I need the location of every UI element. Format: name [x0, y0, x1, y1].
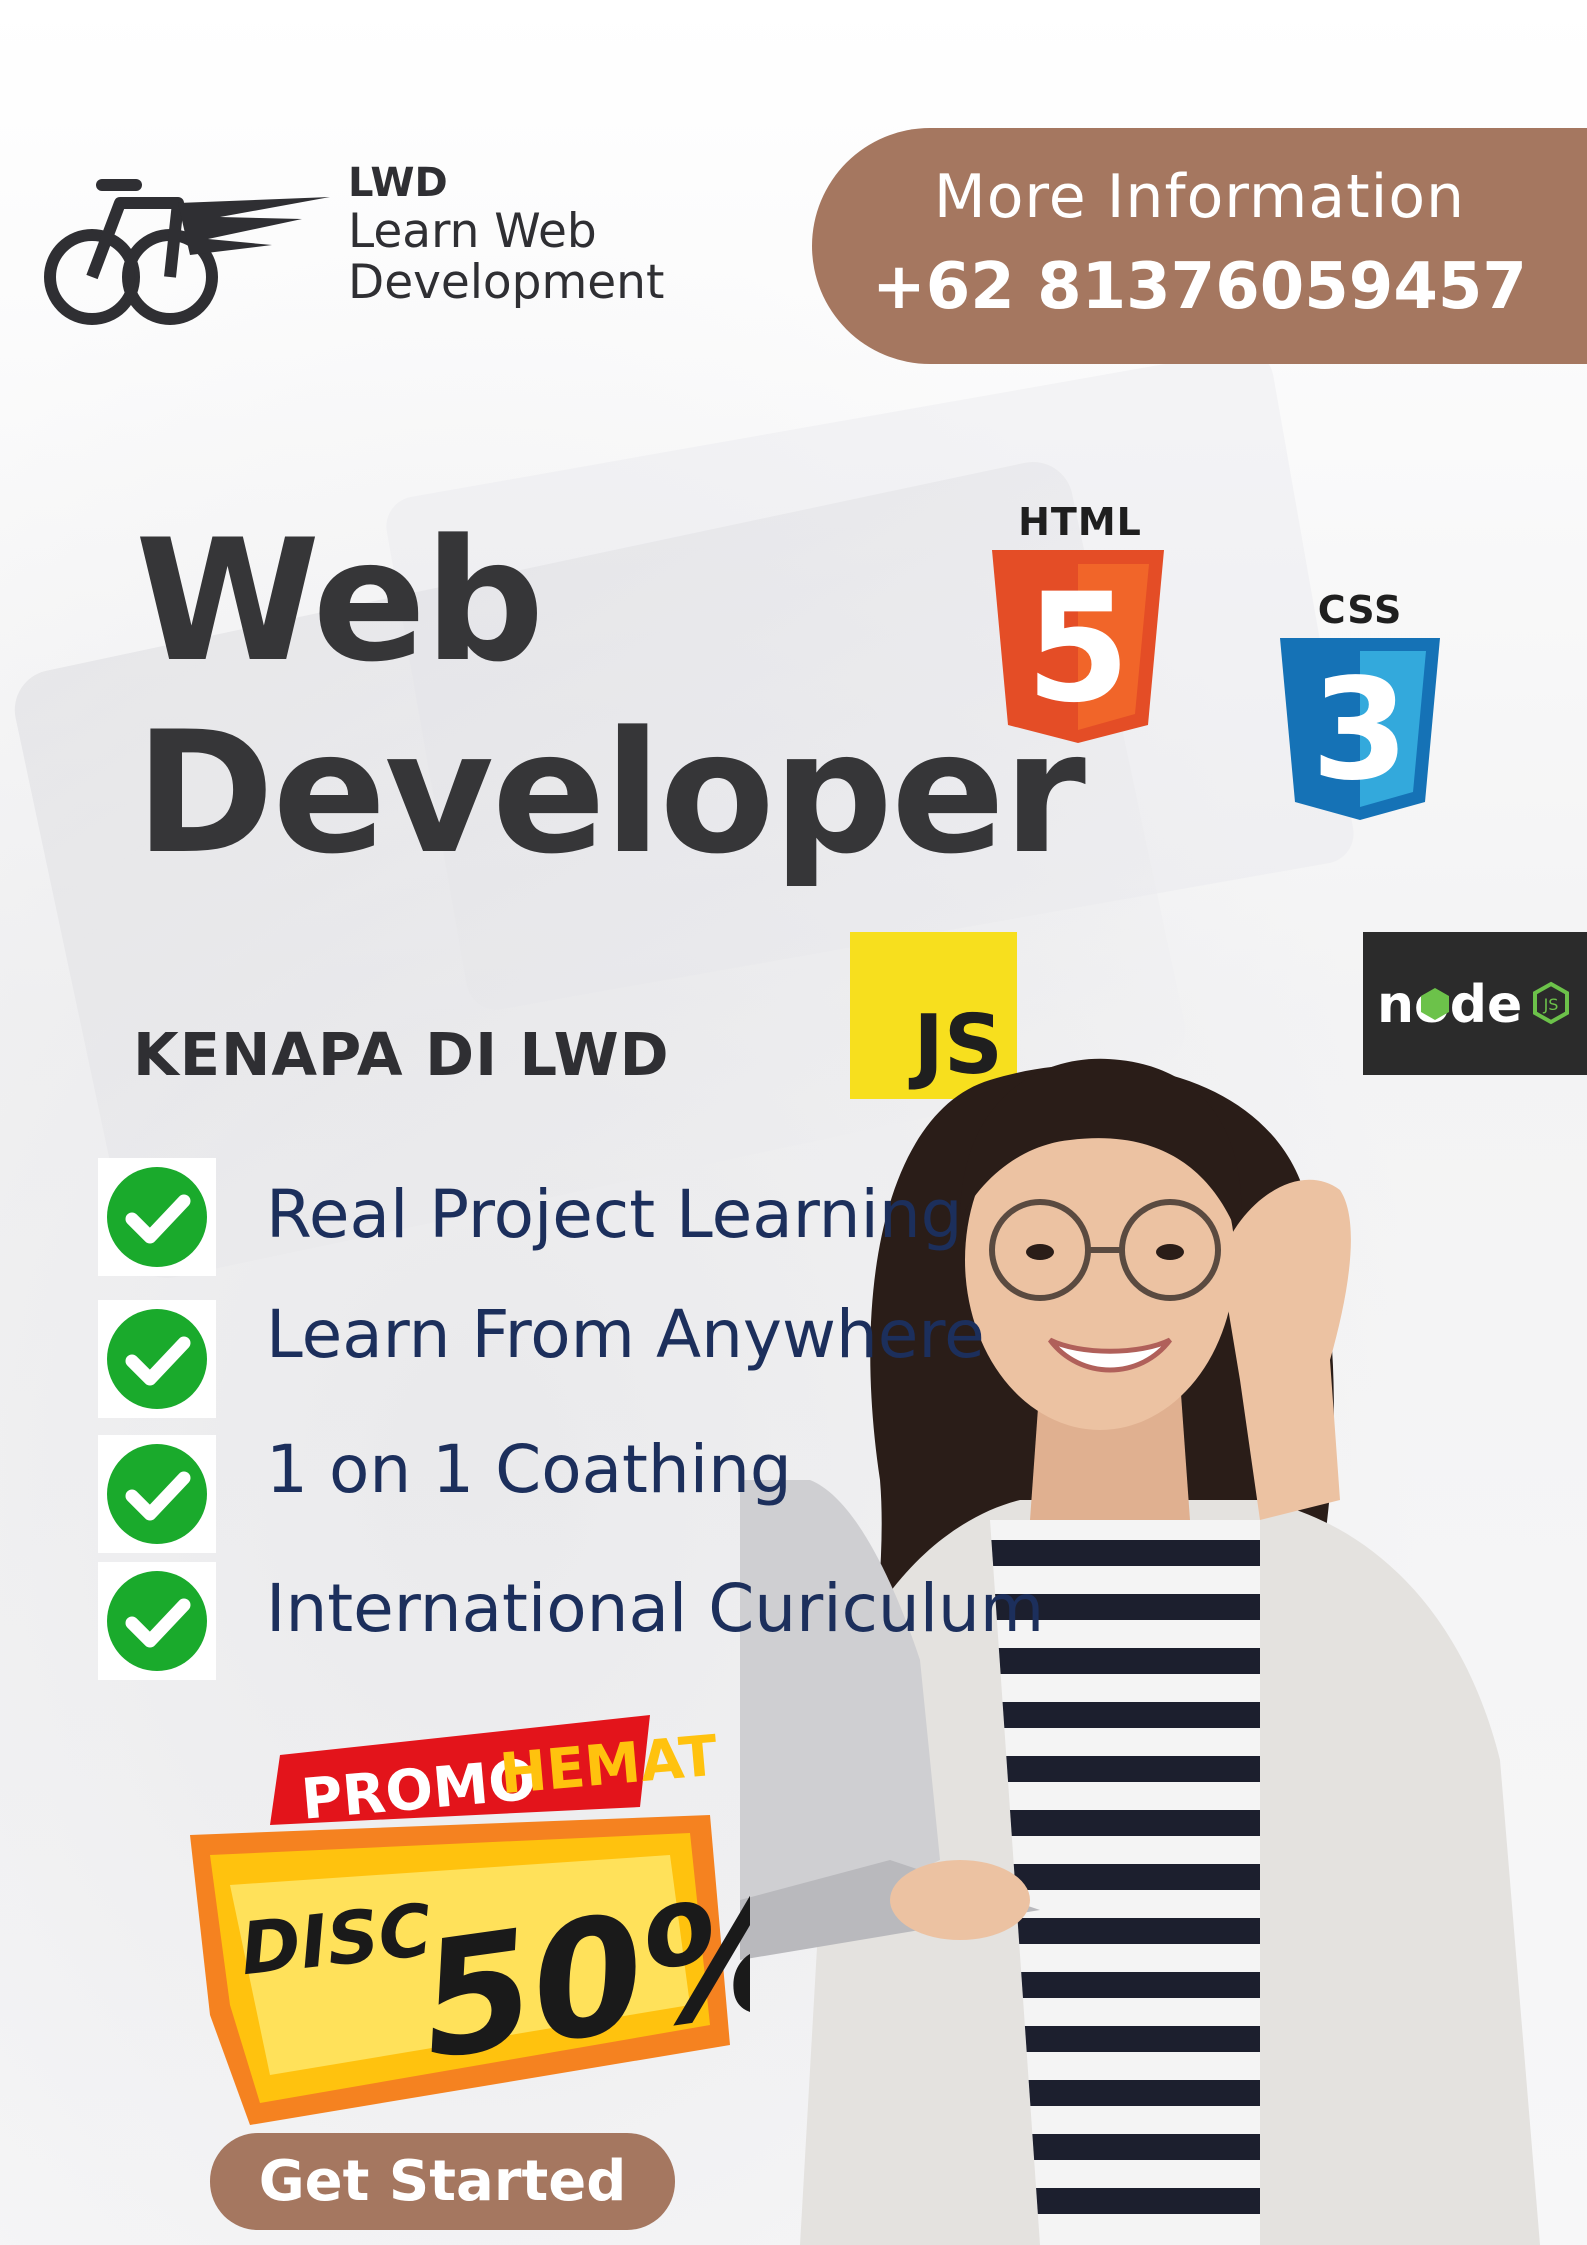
list-item: Learn From Anywhere	[98, 1296, 998, 1418]
title-line2: Developer	[135, 695, 1086, 891]
check-icon	[98, 1300, 216, 1418]
info-phone[interactable]: +62 81376059457	[812, 250, 1587, 324]
benefit-label: Real Project Learning	[266, 1176, 963, 1253]
benefit-label: 1 on 1 Coathing	[266, 1431, 792, 1508]
css3-number: 3	[1311, 649, 1408, 812]
benefit-label: Learn From Anywhere	[266, 1296, 985, 1373]
get-started-button[interactable]: Get Started	[210, 2133, 675, 2230]
promo-badge: PROMO HEMAT DISC 50%	[190, 1715, 750, 2125]
check-icon	[98, 1158, 216, 1276]
page-title: Web Developer	[135, 503, 1086, 891]
benefit-label: International Curiculum	[266, 1570, 1045, 1647]
html5-number: 5	[1026, 562, 1130, 736]
html-label: HTML	[1018, 500, 1142, 544]
css-label: CSS	[1317, 588, 1403, 632]
brand-line1: Learn Web	[348, 204, 597, 259]
brand-text: LWD Learn Web Development	[348, 160, 664, 308]
check-icon	[98, 1562, 216, 1680]
html5-icon: 5	[992, 550, 1164, 743]
info-title: More Information	[933, 162, 1466, 232]
list-item: Real Project Learning	[98, 1158, 998, 1276]
check-icon	[98, 1435, 216, 1553]
bicycle-logo-icon	[44, 179, 330, 325]
contact-info-pill[interactable]: More Information +62 81376059457	[812, 128, 1587, 364]
title-line1: Web	[135, 503, 545, 699]
list-item: International Curiculum	[98, 1562, 1044, 1680]
brand-abbr: LWD	[348, 160, 448, 206]
list-item: 1 on 1 Coathing	[98, 1431, 998, 1553]
brand-line2: Development	[348, 255, 665, 310]
section-title: KENAPA DI LWD	[133, 1020, 670, 1089]
css3-icon: 3	[1280, 638, 1440, 820]
